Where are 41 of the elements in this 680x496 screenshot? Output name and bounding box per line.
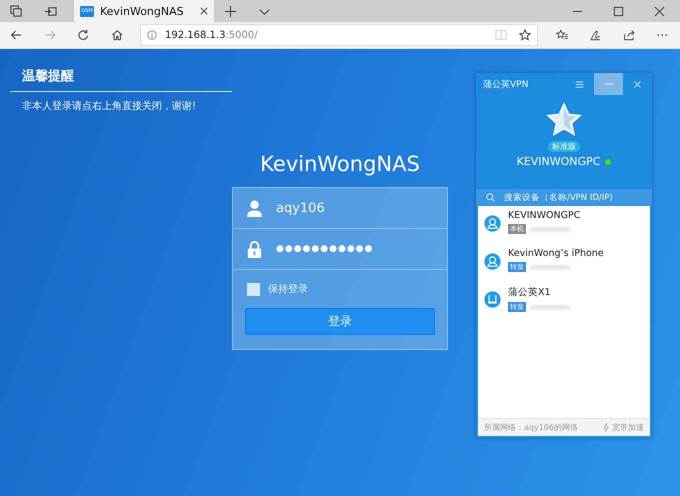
menu-icon[interactable] bbox=[575, 80, 584, 88]
notice-message: 非本人登录请点右上角直接关闭，谢谢! bbox=[21, 100, 198, 113]
lightning-icon[interactable] bbox=[603, 423, 609, 432]
minimize-icon bbox=[604, 83, 612, 85]
device-name[interactable]: 蒲公英X1 bbox=[508, 286, 570, 299]
network-label: 所属网络：aqy106的网络 bbox=[484, 422, 578, 433]
device-name[interactable]: KevinWong’s iPhone bbox=[508, 248, 604, 259]
pen-icon[interactable] bbox=[589, 28, 602, 42]
blurred-address bbox=[530, 226, 570, 232]
star-logo-icon bbox=[546, 102, 582, 138]
lock-icon bbox=[247, 240, 262, 258]
back-icon[interactable] bbox=[10, 28, 22, 42]
user-icon bbox=[247, 200, 262, 216]
router-icon bbox=[484, 291, 501, 308]
app-title: 蒲公英VPN bbox=[483, 78, 528, 90]
new-tab-icon[interactable] bbox=[224, 4, 237, 18]
favorites-icon[interactable] bbox=[556, 28, 568, 42]
close-icon[interactable] bbox=[654, 6, 665, 16]
edition-badge: 标准版 bbox=[548, 141, 580, 152]
close-tab-icon[interactable] bbox=[200, 7, 208, 15]
home-icon[interactable] bbox=[110, 28, 123, 42]
url-text: 192.168.1.3:5000/ bbox=[165, 30, 258, 40]
device-name: KEVINWONGPC bbox=[516, 155, 600, 168]
maximize-icon[interactable] bbox=[613, 6, 624, 16]
set-aside-icon[interactable] bbox=[44, 4, 57, 18]
star-icon[interactable] bbox=[518, 29, 531, 41]
remember-label: 保持登录 bbox=[268, 282, 308, 296]
person-icon bbox=[484, 253, 501, 270]
search-icon bbox=[486, 193, 495, 202]
blurred-address bbox=[530, 304, 570, 310]
device-name[interactable]: KEVINWONGPC bbox=[508, 210, 580, 221]
address-bar[interactable]: 192.168.1.3:5000/ bbox=[140, 24, 538, 46]
login-title: KevinWongNAS bbox=[260, 152, 420, 176]
share-icon[interactable] bbox=[622, 28, 636, 42]
tabs-icon[interactable] bbox=[10, 4, 23, 18]
remember-checkbox[interactable] bbox=[247, 282, 260, 296]
blurred-address bbox=[530, 264, 570, 270]
info-icon[interactable] bbox=[147, 30, 157, 40]
person-icon bbox=[484, 215, 501, 232]
refresh-icon[interactable] bbox=[77, 28, 90, 42]
notice-title: 温馨提醒 bbox=[10, 67, 232, 92]
